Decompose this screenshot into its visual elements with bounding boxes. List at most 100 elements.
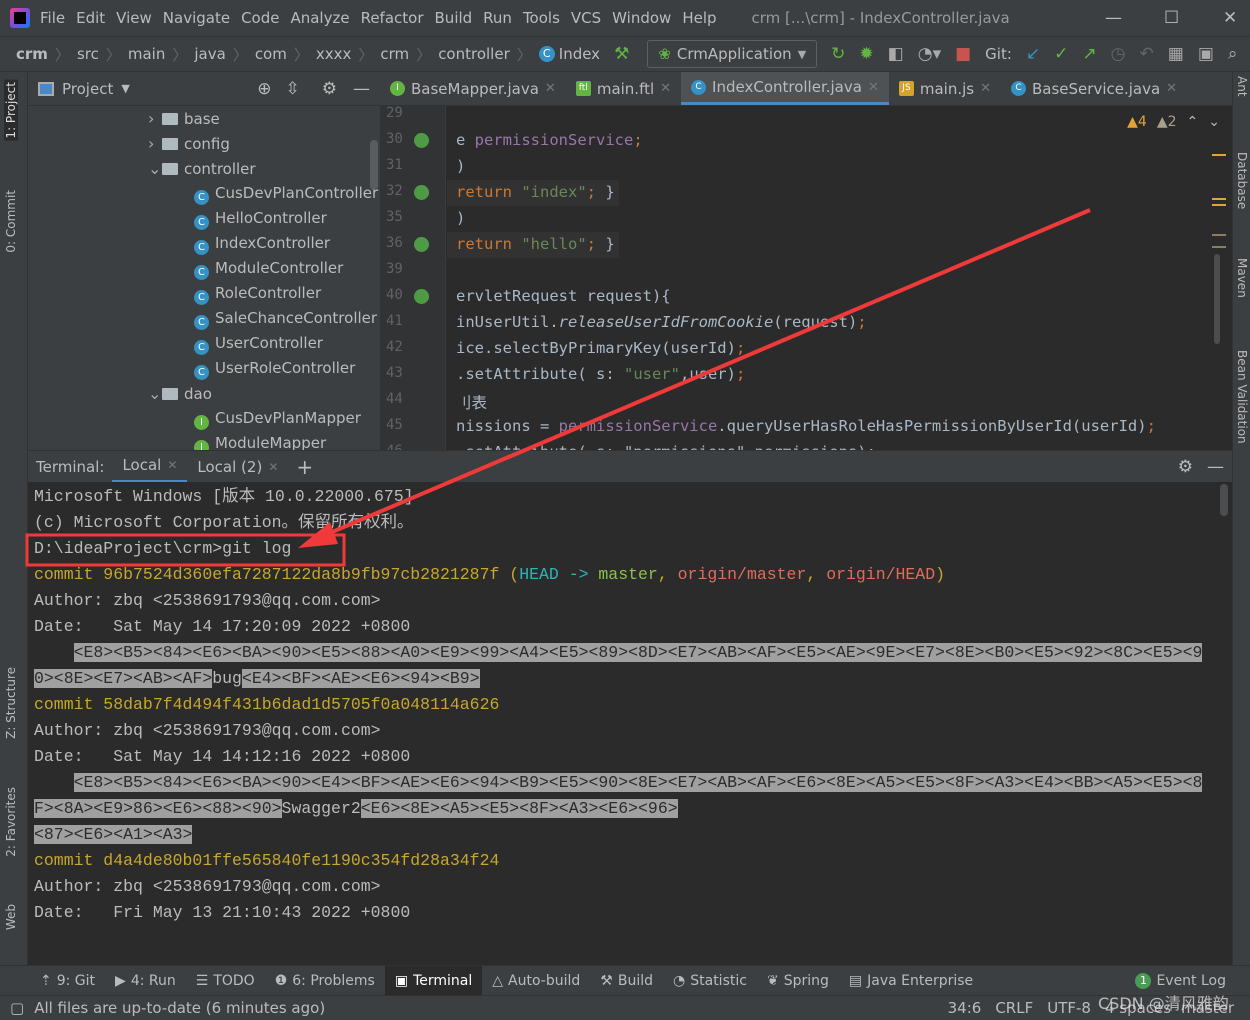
history-icon[interactable]: ◷ xyxy=(1111,44,1126,64)
run-anything-icon[interactable]: ▣ xyxy=(1198,44,1214,64)
project-structure-icon[interactable]: ▦ xyxy=(1168,44,1184,64)
tool-window-todo[interactable]: ☰ TODO xyxy=(186,966,265,996)
tree-item-base[interactable]: › base xyxy=(148,106,220,131)
chevron-right-icon[interactable]: › xyxy=(148,106,162,131)
inspection-widget[interactable]: ▲4 ▲2 ⌃ ⌄ xyxy=(1127,114,1220,130)
terminal-scrollbar[interactable] xyxy=(1220,484,1228,516)
editor-tab-indexcontroller-java[interactable]: C IndexController.java ✕ xyxy=(681,72,889,105)
editor-tab-basemapper-java[interactable]: I BaseMapper.java ✕ xyxy=(380,72,566,105)
breadcrumb-item[interactable]: Index xyxy=(559,45,600,63)
menu-item-help[interactable]: Help xyxy=(682,9,716,27)
file-encoding[interactable]: UTF-8 xyxy=(1047,999,1091,1017)
menu-item-build[interactable]: Build xyxy=(435,9,473,27)
menu-item-code[interactable]: Code xyxy=(241,9,279,27)
run-configuration-select[interactable]: ❀ CrmApplication ▼ xyxy=(647,40,818,68)
tree-item-cusdevplancontroller[interactable]: C CusDevPlanController xyxy=(194,181,378,206)
tool-web[interactable]: Web xyxy=(4,904,18,930)
maximize-button[interactable]: ☐ xyxy=(1164,8,1179,28)
chevron-down-icon[interactable]: ▼ xyxy=(121,82,129,95)
build-hammer-icon[interactable]: ⚒ xyxy=(614,44,629,64)
tree-item-modulemapper[interactable]: I ModuleMapper xyxy=(194,431,326,450)
tool-database[interactable]: Database xyxy=(1235,152,1249,209)
menu-item-navigate[interactable]: Navigate xyxy=(163,9,230,27)
rerun-icon[interactable]: ↻ xyxy=(831,44,845,64)
git-commit-icon[interactable]: ✓ xyxy=(1054,44,1068,64)
gear-icon[interactable]: ⚙ xyxy=(322,79,337,99)
tree-item-config[interactable]: › config xyxy=(148,131,230,156)
breadcrumb-item[interactable]: main xyxy=(128,45,165,63)
minimize-button[interactable]: — xyxy=(1105,8,1122,28)
menu-item-analyze[interactable]: Analyze xyxy=(290,9,349,27)
menu-item-tools[interactable]: Tools xyxy=(523,9,560,27)
chevron-right-icon[interactable]: › xyxy=(148,131,162,156)
breadcrumb-item[interactable]: src xyxy=(77,45,99,63)
tree-item-hellocontroller[interactable]: C HelloController xyxy=(194,206,327,231)
new-terminal-button[interactable]: + xyxy=(288,455,321,479)
breadcrumb-item[interactable]: controller xyxy=(438,45,510,63)
tool-ant[interactable]: Ant xyxy=(1235,76,1249,97)
breadcrumb-item[interactable]: com xyxy=(255,45,287,63)
menu-item-file[interactable]: File xyxy=(40,9,65,27)
debug-icon[interactable]: ✹ xyxy=(859,44,873,64)
close-button[interactable]: ✕ xyxy=(1223,8,1237,28)
previous-highlight-icon[interactable]: ⌃ xyxy=(1187,114,1199,130)
menu-item-edit[interactable]: Edit xyxy=(76,9,105,27)
gear-icon[interactable]: ⚙ xyxy=(1178,457,1193,477)
locate-icon[interactable]: ⊕ xyxy=(257,79,271,99)
code-editor[interactable]: ▲4 ▲2 ⌃ ⌄ 29 30 e permissionService; 31) 32 r… xyxy=(380,106,1232,450)
chevron-down-icon[interactable]: ⌄ xyxy=(148,156,162,181)
profile-icon[interactable]: ◔▾ xyxy=(918,44,941,64)
close-icon[interactable]: ✕ xyxy=(268,460,278,474)
tool-bean-validation[interactable]: Bean Validation xyxy=(1235,350,1249,444)
tool-window-4-run[interactable]: ▶ 4: Run xyxy=(105,966,186,996)
close-icon[interactable]: ✕ xyxy=(1166,81,1177,96)
menu-item-view[interactable]: View xyxy=(116,9,152,27)
breadcrumb-item[interactable]: java xyxy=(194,45,225,63)
tree-item-indexcontroller[interactable]: C IndexController xyxy=(194,231,330,256)
spring-bean-gutter-icon[interactable] xyxy=(414,133,429,148)
terminal-tab-local-2[interactable]: Local (2) ✕ xyxy=(187,451,288,483)
status-message[interactable]: All files are up-to-date (6 minutes ago) xyxy=(34,999,325,1017)
git-update-icon[interactable]: ↙ xyxy=(1026,44,1040,64)
menu-item-refactor[interactable]: Refactor xyxy=(361,9,424,27)
tool-window-build[interactable]: ⚒ Build xyxy=(590,966,663,996)
tool-favorites[interactable]: 2: Favorites xyxy=(4,787,18,857)
menu-item-run[interactable]: Run xyxy=(483,9,512,27)
line-separator[interactable]: CRLF xyxy=(995,999,1033,1017)
menu-item-window[interactable]: Window xyxy=(612,9,671,27)
search-icon[interactable]: ⌕ xyxy=(1228,44,1238,64)
toggle-tool-windows-icon[interactable]: ▢ xyxy=(10,999,24,1017)
breadcrumb-item[interactable]: xxxx xyxy=(316,45,352,63)
breadcrumb-item[interactable]: crm xyxy=(380,45,409,63)
collapse-all-icon[interactable]: ⇳ xyxy=(286,79,300,99)
tool-structure[interactable]: Z: Structure xyxy=(4,667,18,739)
close-icon[interactable]: ✕ xyxy=(660,81,671,96)
tree-item-usercontroller[interactable]: C UserController xyxy=(194,331,323,356)
close-icon[interactable]: ✕ xyxy=(980,81,991,96)
chevron-down-icon[interactable]: ⌄ xyxy=(148,381,162,406)
tool-project[interactable]: 1: Project xyxy=(4,80,18,141)
tool-window-terminal[interactable]: ▣ Terminal xyxy=(384,965,483,996)
tool-window-6-problems[interactable]: ❶ 6: Problems xyxy=(265,966,385,996)
editor-tab-baseservice-java[interactable]: C BaseService.java ✕ xyxy=(1001,72,1187,105)
tool-window-auto-build[interactable]: △ Auto-build xyxy=(482,966,590,996)
project-view-select[interactable]: Project xyxy=(62,80,113,98)
hide-icon[interactable]: — xyxy=(1207,457,1224,477)
git-push-icon[interactable]: ↗ xyxy=(1082,44,1096,64)
caret-position[interactable]: 34:6 xyxy=(948,999,982,1017)
editor-tab-main-js[interactable]: JS main.js ✕ xyxy=(889,72,1001,105)
terminal-output[interactable]: Microsoft Windows [版本 10.0.22000.675] (c)… xyxy=(28,482,1232,965)
spring-bean-gutter-icon[interactable] xyxy=(414,237,429,252)
tree-item-rolecontroller[interactable]: C RoleController xyxy=(194,281,321,306)
next-highlight-icon[interactable]: ⌄ xyxy=(1208,114,1220,130)
terminal-tab-local[interactable]: Local ✕ xyxy=(112,451,188,483)
rollback-icon[interactable]: ↶ xyxy=(1140,44,1154,64)
tool-window-spring[interactable]: ❦ Spring xyxy=(757,966,839,996)
stop-icon[interactable]: ■ xyxy=(955,44,971,64)
breadcrumb-item[interactable]: crm xyxy=(16,45,48,63)
spring-bean-gutter-icon[interactable] xyxy=(414,289,429,304)
tree-item-salechancecontroller[interactable]: C SaleChanceController xyxy=(194,306,377,331)
tree-item-modulecontroller[interactable]: C ModuleController xyxy=(194,256,343,281)
coverage-icon[interactable]: ◧ xyxy=(888,44,904,64)
menu-item-vcs[interactable]: VCS xyxy=(571,9,601,27)
